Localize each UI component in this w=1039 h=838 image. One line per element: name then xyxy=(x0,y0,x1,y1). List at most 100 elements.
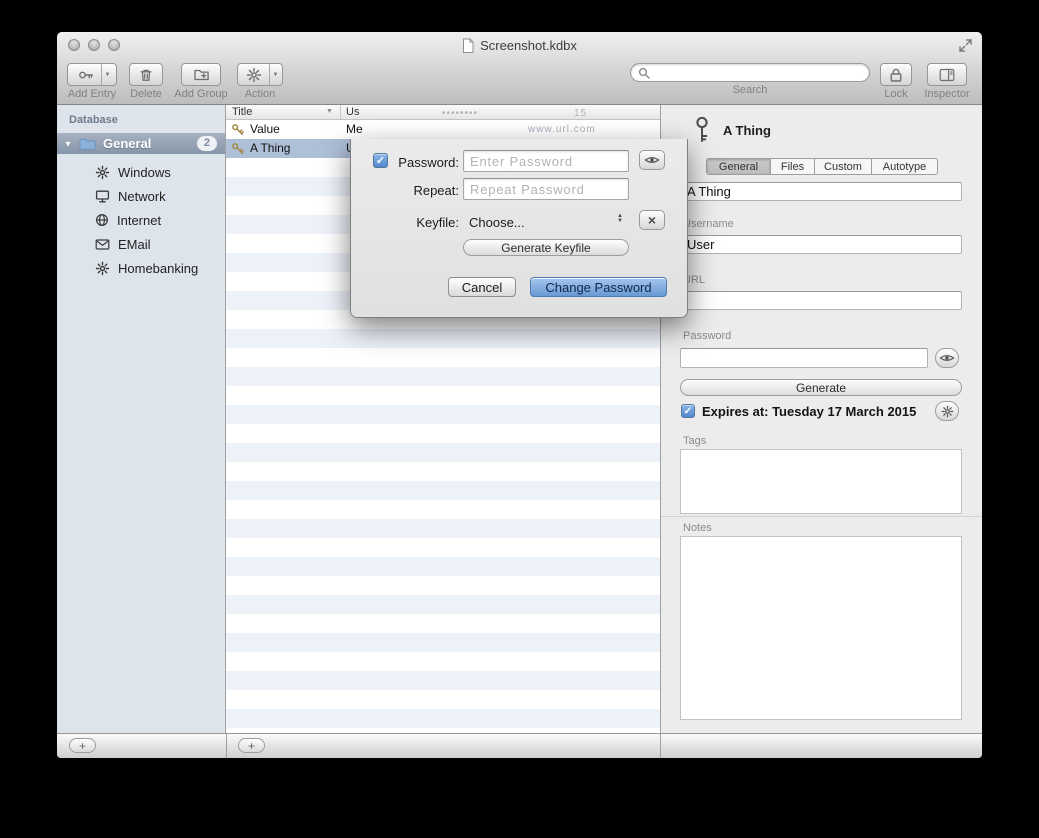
dialog-password-input[interactable] xyxy=(463,150,629,172)
column-header-title[interactable]: Title xyxy=(232,106,252,118)
tab-general[interactable]: General xyxy=(707,159,771,174)
generate-password-button[interactable]: Generate xyxy=(680,379,962,396)
entry-list-empty-row xyxy=(226,500,660,519)
bottom-bar: + + xyxy=(57,733,982,758)
toolbar-lock[interactable]: Lock xyxy=(877,63,915,100)
entry-list-empty-row xyxy=(226,424,660,443)
app-window: Screenshot.kdbx ▼ Add Entry Delete Add G… xyxy=(57,32,982,758)
disclosure-triangle-icon[interactable]: ▼ xyxy=(57,139,79,149)
dialog-reveal-password-button[interactable] xyxy=(639,150,665,170)
inspector-label: Inspector xyxy=(924,88,969,100)
trash-icon[interactable] xyxy=(129,63,163,86)
username-label: Username xyxy=(683,218,734,230)
action-label: Action xyxy=(245,88,276,100)
section-divider xyxy=(661,516,982,517)
search-input[interactable] xyxy=(630,63,870,82)
pane-divider xyxy=(226,734,227,758)
key-icon xyxy=(691,115,713,143)
entry-list-empty-row xyxy=(226,690,660,709)
title-field[interactable] xyxy=(680,182,962,201)
sort-indicator-icon: ▼ xyxy=(326,108,333,115)
window-title-text: Screenshot.kdbx xyxy=(480,38,577,53)
expires-label: Expires at: Tuesday 17 March 2015 xyxy=(702,404,916,419)
entry-list-empty-row xyxy=(226,348,660,367)
globe-icon xyxy=(95,213,109,227)
change-password-button[interactable]: Change Password xyxy=(530,277,667,297)
lock-icon[interactable] xyxy=(880,63,912,86)
expires-checkbox[interactable]: ✓ xyxy=(681,404,695,418)
toolbar-action[interactable]: ▼ Action xyxy=(236,63,284,100)
lock-label: Lock xyxy=(884,88,907,100)
chevron-down-icon[interactable]: ▼ xyxy=(101,64,114,85)
key-plus-icon[interactable] xyxy=(71,64,101,85)
entry-list-empty-row xyxy=(226,443,660,462)
add-group-plus-button[interactable]: + xyxy=(69,738,96,753)
entry-username: Me xyxy=(346,122,363,136)
clear-keyfile-button[interactable]: × xyxy=(639,210,665,230)
keyfile-popup-button[interactable]: Choose... xyxy=(469,215,525,230)
entry-list-empty-row xyxy=(226,557,660,576)
cancel-button[interactable]: Cancel xyxy=(448,277,516,297)
reveal-password-button[interactable] xyxy=(935,348,959,368)
sidebar-item-internet[interactable]: Internet xyxy=(57,208,225,232)
fullscreen-icon[interactable] xyxy=(958,38,973,53)
username-field[interactable] xyxy=(680,235,962,254)
password-field[interactable] xyxy=(680,348,928,368)
inspector-entry-title: A Thing xyxy=(723,123,771,138)
entry-list-empty-row xyxy=(226,329,660,348)
sidebar-item-label: Network xyxy=(118,189,166,204)
gear-icon[interactable] xyxy=(239,64,269,85)
dialog-password-label: Password: xyxy=(387,155,459,170)
sidebar-item-email[interactable]: EMail xyxy=(57,232,225,256)
pane-divider xyxy=(660,734,661,758)
document-icon xyxy=(462,38,475,54)
entry-list-empty-row xyxy=(226,709,660,728)
entry-list-empty-row xyxy=(226,367,660,386)
inspector-panel: A Thing General Files Custom Autotype Us… xyxy=(660,105,982,733)
sidebar-item-homebanking[interactable]: Homebanking xyxy=(57,256,225,280)
popup-stepper-icon[interactable]: ▲▼ xyxy=(617,214,623,224)
tab-custom[interactable]: Custom xyxy=(815,159,872,174)
inspector-panel-icon[interactable] xyxy=(927,63,967,86)
tags-label: Tags xyxy=(683,435,706,447)
sidebar-item-network[interactable]: Network xyxy=(57,184,225,208)
peek-url: www.url.com xyxy=(528,124,596,135)
key-icon xyxy=(231,142,244,155)
add-entry-plus-button[interactable]: + xyxy=(238,738,265,753)
key-icon xyxy=(231,123,244,136)
toolbar-inspector[interactable]: Inspector xyxy=(921,63,973,100)
notes-field[interactable] xyxy=(680,536,962,720)
column-divider[interactable] xyxy=(340,105,341,119)
sidebar-item-windows[interactable]: Windows xyxy=(57,160,225,184)
generate-keyfile-button[interactable]: Generate Keyfile xyxy=(463,239,629,256)
sidebar-group-label: General xyxy=(103,136,151,151)
tab-files[interactable]: Files xyxy=(771,159,815,174)
toolbar-delete[interactable]: Delete xyxy=(126,63,166,100)
entry-list-empty-row xyxy=(226,462,660,481)
dialog-repeat-input[interactable] xyxy=(463,178,629,200)
sidebar-group-general[interactable]: ▼ General 2 xyxy=(57,133,225,154)
password-enabled-checkbox[interactable]: ✓ xyxy=(373,153,388,168)
entry-list-empty-row xyxy=(226,595,660,614)
folder-icon xyxy=(79,137,96,151)
entry-list-empty-row xyxy=(226,652,660,671)
column-header-username[interactable]: Us xyxy=(346,106,359,118)
chevron-down-icon[interactable]: ▼ xyxy=(269,64,282,85)
sidebar-item-label: Internet xyxy=(117,213,161,228)
tab-autotype[interactable]: Autotype xyxy=(872,159,937,174)
dialog-repeat-label: Repeat: xyxy=(387,183,459,198)
tags-field[interactable] xyxy=(680,449,962,514)
add-group-label: Add Group xyxy=(174,88,227,100)
url-field[interactable] xyxy=(680,291,962,310)
entry-list-empty-row xyxy=(226,614,660,633)
eye-icon xyxy=(644,155,660,165)
toolbar-add-entry[interactable]: ▼ Add Entry xyxy=(66,63,118,100)
sidebar-item-label: EMail xyxy=(118,237,151,252)
expires-settings-button[interactable] xyxy=(935,401,959,421)
add-entry-label: Add Entry xyxy=(68,88,116,100)
entry-list-empty-row xyxy=(226,519,660,538)
folder-plus-icon[interactable] xyxy=(181,63,221,86)
toolbar-search[interactable]: Search xyxy=(630,63,870,96)
toolbar-add-group[interactable]: Add Group xyxy=(175,63,227,100)
entry-list-empty-row xyxy=(226,576,660,595)
